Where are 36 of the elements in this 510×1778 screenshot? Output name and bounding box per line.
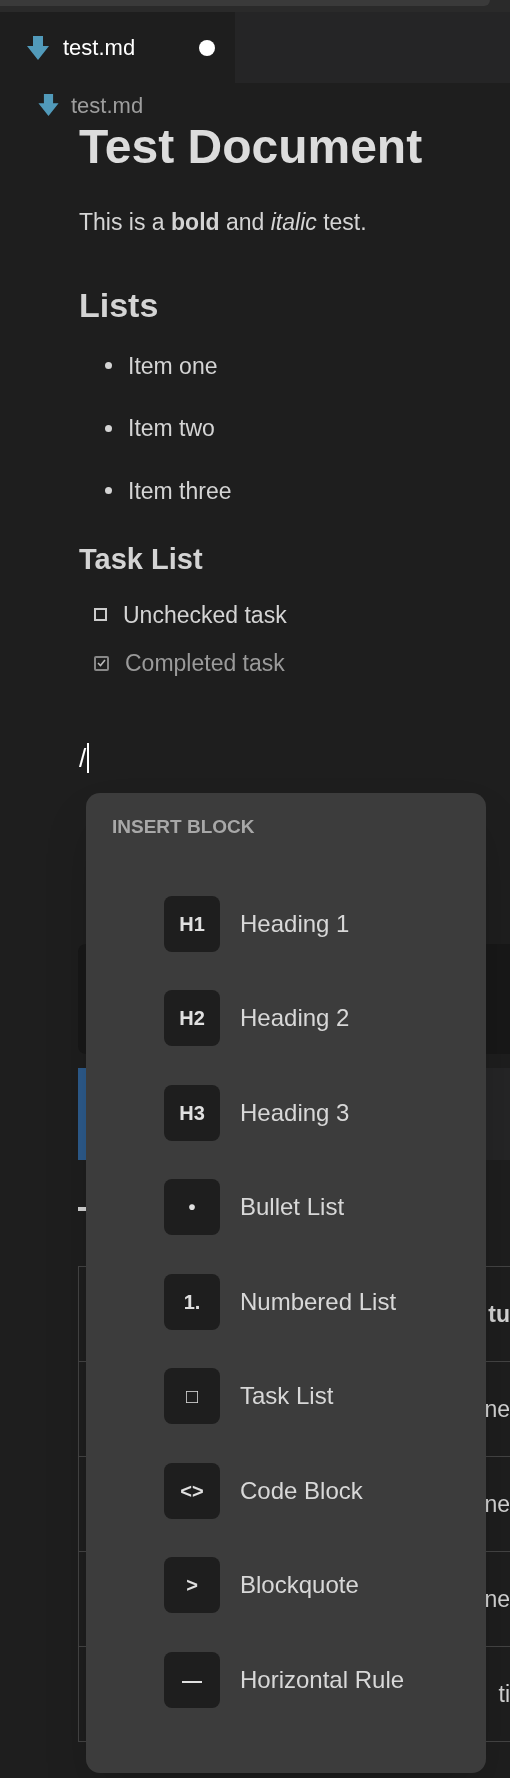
- section-heading: Lists: [79, 284, 159, 326]
- list-item: Item three: [128, 476, 232, 506]
- table-cell-text: tu: [488, 1299, 510, 1329]
- menu-item[interactable]: H2 Heading 2: [164, 990, 350, 1046]
- markdown-arrow-icon: [38, 94, 59, 116]
- menu-item[interactable]: □ Task List: [164, 1368, 334, 1424]
- checkbox[interactable]: [94, 608, 107, 622]
- bullet-icon: [105, 487, 112, 495]
- paragraph: This is a bold and italic test.: [79, 208, 367, 237]
- menu-item[interactable]: H3 Heading 3: [164, 1084, 350, 1141]
- menu-item[interactable]: > Blockquote: [164, 1557, 359, 1613]
- editor-tab[interactable]: test.md: [0, 12, 235, 83]
- menu-title: INSERT BLOCK: [112, 815, 255, 839]
- typed-text: /: [79, 742, 90, 773]
- markdown-arrow-icon: [27, 35, 49, 60]
- menu-item[interactable]: 1. Numbered List: [164, 1273, 397, 1330]
- bullet-icon: [105, 424, 112, 432]
- task-label: Completed task: [125, 649, 285, 678]
- menu-item[interactable]: <> Code Block: [164, 1462, 363, 1519]
- menu-item[interactable]: — Horizontal Rule: [164, 1651, 405, 1708]
- menu-item[interactable]: H1 Heading 1: [164, 895, 350, 952]
- document-title: Test Document: [79, 119, 423, 175]
- task-label: Unchecked task: [123, 600, 287, 630]
- bullet-icon: [105, 362, 112, 370]
- section-heading: Task List: [79, 542, 203, 577]
- menu-item[interactable]: • Bullet List: [164, 1179, 345, 1235]
- table-cell-text: ne: [484, 1489, 510, 1519]
- breadcrumb[interactable]: test.md: [71, 88, 144, 122]
- tab-label: test.md: [63, 34, 137, 62]
- list-item: Item two: [128, 414, 215, 443]
- checkmark-icon: [97, 659, 106, 668]
- list-item: Item one: [128, 351, 218, 381]
- table-cell-text: ti: [498, 1679, 510, 1709]
- table-cell-text: ne: [484, 1394, 510, 1424]
- checkbox[interactable]: [94, 655, 109, 671]
- table-cell-text: ne: [484, 1584, 510, 1614]
